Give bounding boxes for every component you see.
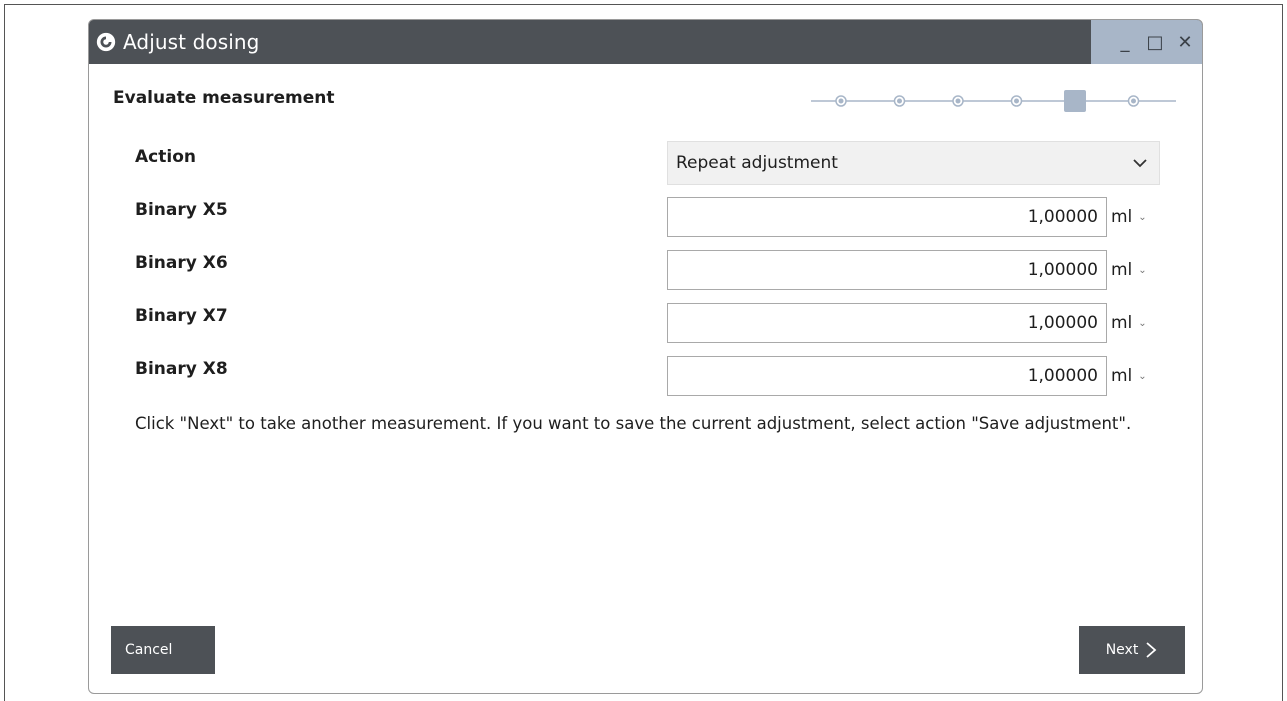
- binary-x8-input[interactable]: 1,00000: [667, 356, 1107, 396]
- step-dot-center: [1131, 98, 1136, 104]
- binary-x7-label: Binary X7: [135, 306, 228, 326]
- maximize-button[interactable]: □: [1144, 31, 1166, 53]
- action-label: Action: [135, 147, 196, 167]
- app-logo-icon: [96, 32, 116, 52]
- step-title: Evaluate measurement: [113, 88, 335, 108]
- step-dot-center: [1014, 98, 1019, 104]
- next-button[interactable]: Next: [1079, 626, 1185, 674]
- unit-label: ml: [1111, 207, 1133, 227]
- chevron-down-icon: ⌄: [1138, 264, 1147, 276]
- help-text: Click "Next" to take another measurement…: [135, 414, 1132, 433]
- step-dot-center: [838, 98, 844, 104]
- window-title: Adjust dosing: [123, 30, 260, 54]
- action-select[interactable]: Repeat adjustment: [667, 141, 1160, 185]
- cancel-button[interactable]: Cancel: [111, 626, 215, 674]
- action-select-value: Repeat adjustment: [676, 153, 838, 173]
- chevron-down-icon: [1133, 159, 1147, 168]
- close-button[interactable]: ✕: [1174, 31, 1196, 53]
- chevron-down-icon: ⌄: [1138, 370, 1147, 382]
- chevron-down-icon: ⌄: [1138, 211, 1147, 223]
- step-dot-center: [897, 98, 902, 104]
- window-controls: _ □ ✕: [1091, 20, 1202, 64]
- next-button-label: Next: [1105, 642, 1139, 658]
- minimize-button[interactable]: _: [1114, 31, 1136, 53]
- adjust-dosing-dialog: Adjust dosing _ □ ✕ Evaluate measurement…: [88, 19, 1203, 694]
- binary-x7-input[interactable]: 1,00000: [667, 303, 1107, 343]
- step-dot-current: [1064, 90, 1086, 112]
- binary-x6-label: Binary X6: [135, 253, 228, 273]
- binary-x6-unit-select[interactable]: ml ⌄: [1111, 250, 1147, 290]
- step-indicator: [811, 90, 1176, 112]
- unit-label: ml: [1111, 313, 1133, 333]
- cancel-button-label: Cancel: [125, 642, 173, 658]
- binary-x6-input[interactable]: 1,00000: [667, 250, 1107, 290]
- chevron-down-icon: ⌄: [1138, 317, 1147, 329]
- chevron-right-icon: [1146, 642, 1157, 658]
- title-bar: Adjust dosing _ □ ✕: [89, 20, 1202, 64]
- unit-label: ml: [1111, 260, 1133, 280]
- binary-x5-input[interactable]: 1,00000: [667, 197, 1107, 237]
- unit-label: ml: [1111, 366, 1133, 386]
- title-bar-left: Adjust dosing: [89, 20, 1091, 64]
- step-dot-center: [955, 98, 961, 104]
- binary-x5-unit-select[interactable]: ml ⌄: [1111, 197, 1147, 237]
- binary-x8-label: Binary X8: [135, 359, 228, 379]
- binary-x5-label: Binary X5: [135, 200, 228, 220]
- binary-x7-unit-select[interactable]: ml ⌄: [1111, 303, 1147, 343]
- binary-x8-unit-select[interactable]: ml ⌄: [1111, 356, 1147, 396]
